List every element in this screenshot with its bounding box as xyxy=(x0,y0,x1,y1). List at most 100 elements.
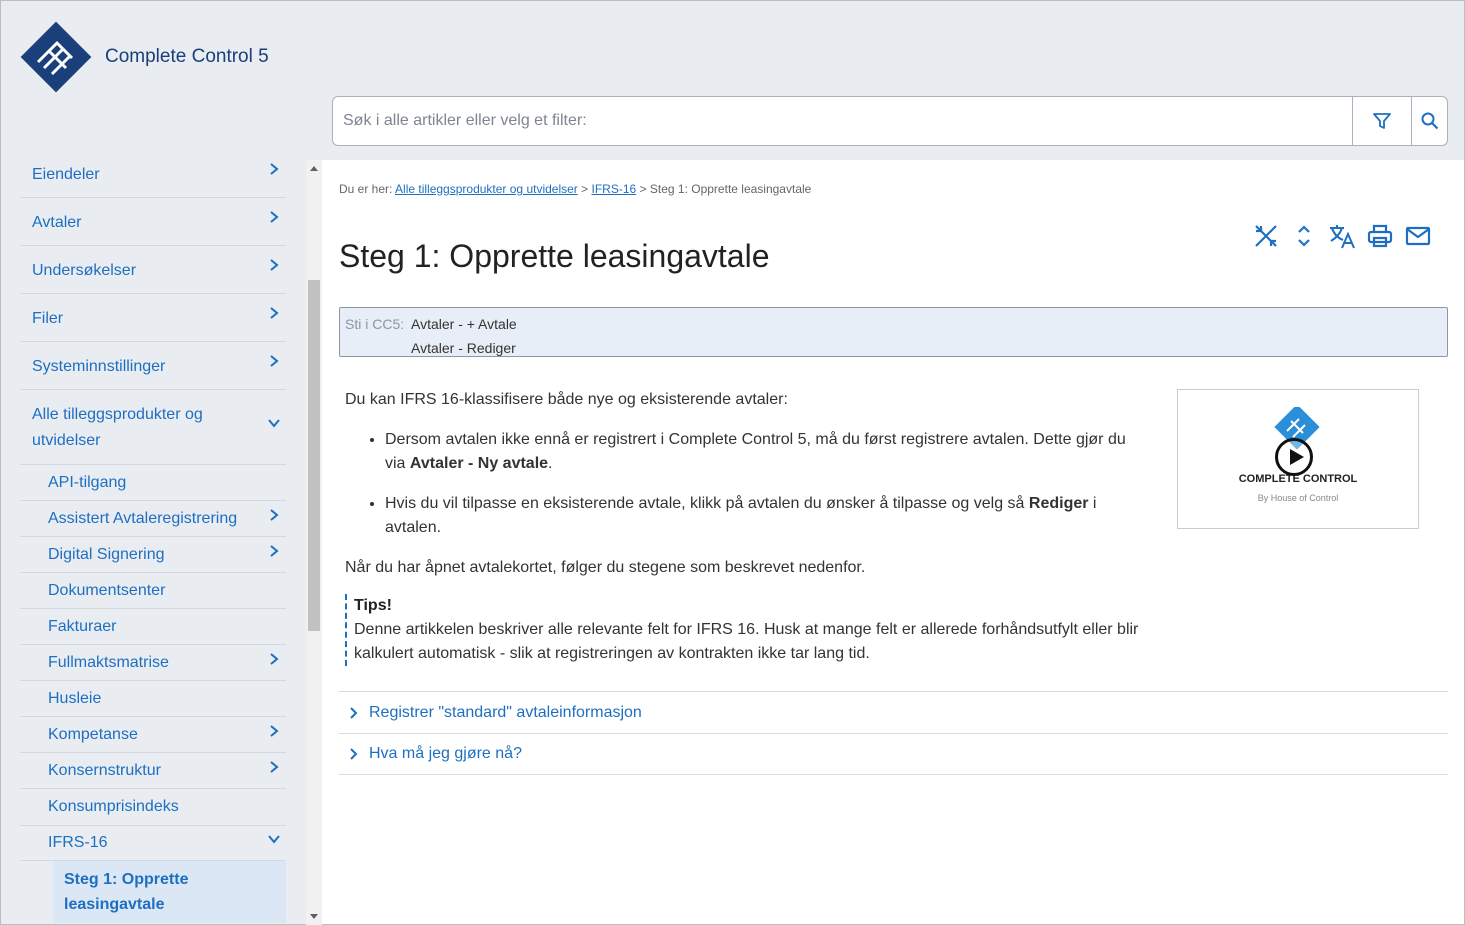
article-body: Du kan IFRS 16-klassifisere både nye og … xyxy=(345,388,1145,666)
accordion-item-hva-ma-jeg-gjore[interactable]: Hva må jeg gjøre nå? xyxy=(339,733,1448,775)
accordion-label: Hva må jeg gjøre nå? xyxy=(369,745,522,762)
breadcrumb-prefix: Du er her: xyxy=(339,182,393,196)
sidebar-item-konsumprisindeks[interactable]: Konsumprisindeks xyxy=(20,789,286,826)
filter-icon xyxy=(1373,113,1391,129)
accordion-item-registrer[interactable]: Registrer "standard" avtaleinformasjon xyxy=(339,691,1448,733)
expand-button[interactable] xyxy=(1290,222,1318,250)
print-button[interactable] xyxy=(1366,222,1394,250)
sidebar-item-label: IFRS-16 xyxy=(48,834,108,851)
sidebar-item-label: Filer xyxy=(32,310,64,327)
collapse-all-button[interactable] xyxy=(1252,222,1280,250)
chevron-right-icon xyxy=(270,761,279,773)
sidebar-item-api-tilgang[interactable]: API-tilgang xyxy=(20,465,286,501)
chevron-down-icon xyxy=(268,835,280,844)
collapse-all-icon xyxy=(1255,225,1277,247)
email-button[interactable] xyxy=(1404,222,1432,250)
play-icon[interactable] xyxy=(1275,438,1313,476)
sidebar-item-fullmaktsmatrise[interactable]: Fullmaktsmatrise xyxy=(20,645,286,681)
company-logo[interactable] xyxy=(16,18,96,96)
chevron-right-icon xyxy=(270,725,279,737)
path-line-2: Avtaler - Rediger xyxy=(411,340,516,356)
cc5-path-box: Sti i CC5: Avtaler - + Avtale Avtaler - R… xyxy=(339,307,1448,357)
sidebar-item-label: Systeminnstillinger xyxy=(32,358,166,375)
sidebar-item-husleie[interactable]: Husleie xyxy=(20,681,286,717)
sidebar-item-label: Assistert Avtaleregistrering xyxy=(48,510,238,527)
chevron-right-icon xyxy=(270,545,279,557)
sidebar-item-label: Eiendeler xyxy=(32,166,100,183)
search-input[interactable] xyxy=(333,97,1352,145)
search-button[interactable] xyxy=(1411,97,1447,145)
scroll-down-arrow[interactable] xyxy=(310,914,318,919)
breadcrumb-current: Steg 1: Opprette leasingavtale xyxy=(649,182,812,196)
bullet-text: . xyxy=(548,455,553,472)
accordion-label: Registrer "standard" avtaleinformasjon xyxy=(369,703,642,721)
article-toolbar xyxy=(1252,222,1432,250)
sidebar-item-label: Kompetanse xyxy=(48,726,138,743)
sidebar-item-systeminnstillinger[interactable]: Systeminnstillinger xyxy=(20,342,286,390)
sidebar-item-dokumentsenter[interactable]: Dokumentsenter xyxy=(20,573,286,609)
intro-text: Du kan IFRS 16-klassifisere både nye og … xyxy=(345,391,788,408)
sidebar-item-label: Undersøkelser xyxy=(32,262,137,279)
sidebar-item-label: Konsernstruktur xyxy=(48,762,161,779)
accordion: Registrer "standard" avtaleinformasjon H… xyxy=(339,691,1448,775)
search-bar xyxy=(332,96,1448,146)
breadcrumb-link-tilleggsprodukter[interactable]: Alle tilleggsprodukter og utvidelser xyxy=(395,182,578,196)
translate-icon xyxy=(1330,225,1355,249)
sidebar-item-ifrs-16[interactable]: IFRS-16 xyxy=(20,826,286,861)
bullet-bold: Rediger xyxy=(1028,495,1089,512)
video-subtitle: By House of Control xyxy=(1257,493,1339,503)
sidebar-item-assistert-avtaleregistrering[interactable]: Assistert Avtaleregistrering xyxy=(20,501,286,537)
sidebar-item-avtaler[interactable]: Avtaler xyxy=(20,198,286,246)
sidebar-nav: Eiendeler Avtaler Undersøkelser Filer Sy… xyxy=(20,150,286,925)
page-title: Steg 1: Opprette leasingavtale xyxy=(339,238,770,274)
chevron-right-icon xyxy=(270,355,279,367)
video-thumbnail[interactable]: COMPLETE CONTROL By House of Control xyxy=(1177,389,1419,529)
chevron-right-icon xyxy=(339,747,369,761)
app-title: Complete Control 5 xyxy=(105,46,269,67)
chevron-right-icon xyxy=(270,307,279,319)
tips-box: Tips! Denne artikkelen beskriver alle re… xyxy=(345,594,1145,666)
sidebar-item-digital-signering[interactable]: Digital Signering xyxy=(20,537,286,573)
chevron-right-icon xyxy=(270,259,279,271)
scrollbar-thumb[interactable] xyxy=(308,280,320,631)
sidebar-item-label: Alle tilleggsprodukter og utvidelser xyxy=(32,406,203,449)
sidebar-item-tilleggsprodukter[interactable]: Alle tilleggsprodukter og utvidelser xyxy=(20,390,286,465)
sidebar-item-eiendeler[interactable]: Eiendeler xyxy=(20,150,286,198)
chevron-down-icon xyxy=(268,419,280,428)
list-item: Hvis du vil tilpasse en eksisterende avt… xyxy=(385,492,1145,540)
chevron-right-icon xyxy=(270,509,279,521)
breadcrumb: Du er her: Alle tilleggsprodukter og utv… xyxy=(339,182,811,196)
sidebar-item-label: Husleie xyxy=(48,690,102,707)
list-item: Dersom avtalen ikke ennå er registrert i… xyxy=(385,428,1145,476)
chevron-right-icon xyxy=(339,706,369,720)
sidebar-item-label: Avtaler xyxy=(32,214,82,231)
scroll-up-arrow[interactable] xyxy=(310,166,318,171)
sidebar-scrollbar[interactable] xyxy=(306,160,322,925)
sidebar-item-fakturaer[interactable]: Fakturaer xyxy=(20,609,286,645)
sidebar-item-label: API-tilgang xyxy=(48,474,127,491)
path-label: Sti i CC5: xyxy=(345,316,405,332)
after-text: Når du har åpnet avtalekortet, følger du… xyxy=(345,559,866,576)
tips-title: Tips! xyxy=(354,597,392,614)
sidebar-item-filer[interactable]: Filer xyxy=(20,294,286,342)
search-icon xyxy=(1421,112,1438,130)
tips-text: Denne artikkelen beskriver alle relevant… xyxy=(354,621,1139,662)
filter-button[interactable] xyxy=(1352,97,1411,145)
sidebar-item-label: Fullmaktsmatrise xyxy=(48,654,169,671)
print-icon xyxy=(1367,224,1393,248)
sidebar-item-konsernstruktur[interactable]: Konsernstruktur xyxy=(20,753,286,789)
sidebar-item-steg-1[interactable]: Steg 1: Opprette leasingavtale xyxy=(53,861,286,923)
translate-button[interactable] xyxy=(1328,222,1356,250)
email-icon xyxy=(1405,226,1431,246)
bullet-list: Dersom avtalen ikke ennå er registrert i… xyxy=(385,428,1145,540)
sidebar-item-label: Steg 1: Opprette leasingavtale xyxy=(64,871,189,913)
sidebar-item-undersokelser[interactable]: Undersøkelser xyxy=(20,246,286,294)
chevron-right-icon xyxy=(270,211,279,223)
chevron-right-icon xyxy=(270,653,279,665)
sidebar-item-label: Dokumentsenter xyxy=(48,582,166,599)
sidebar-item-kompetanse[interactable]: Kompetanse xyxy=(20,717,286,753)
bullet-bold: Avtaler - Ny avtale xyxy=(409,455,549,472)
main-content: Du er her: Alle tilleggsprodukter og utv… xyxy=(322,160,1464,924)
breadcrumb-link-ifrs-16[interactable]: IFRS-16 xyxy=(592,182,637,196)
chevron-right-icon xyxy=(270,163,279,175)
